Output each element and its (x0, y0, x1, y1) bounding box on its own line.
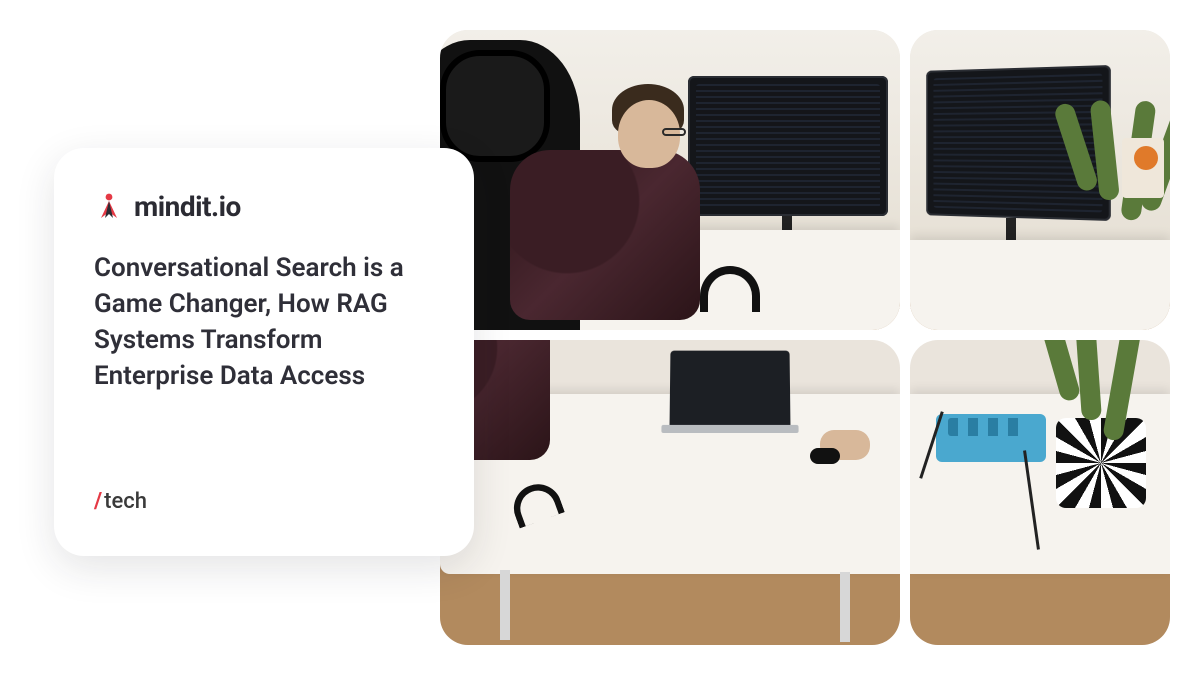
article-headline: Conversational Search is a Game Changer,… (94, 251, 434, 395)
image-tile-bottom-right (910, 340, 1170, 645)
category-label: tech (104, 489, 147, 514)
category-slash: / (94, 489, 102, 514)
brand-logo: mindit.io (94, 190, 434, 223)
image-tile-bottom-left (440, 340, 900, 645)
category-tag: /tech (94, 489, 434, 514)
image-tile-top-left (440, 30, 900, 330)
headline-card: mindit.io Conversational Search is a Gam… (54, 148, 474, 556)
hero-image-grid (440, 30, 1170, 645)
mindit-logo-icon (94, 192, 124, 222)
image-tile-top-right (910, 30, 1170, 330)
brand-name: mindit.io (134, 190, 241, 223)
